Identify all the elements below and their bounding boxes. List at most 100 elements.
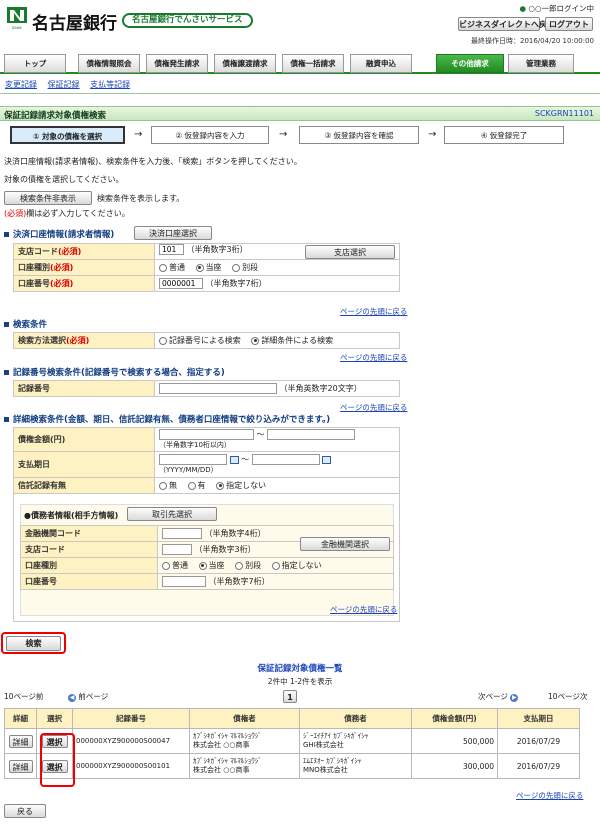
col-record-number: 記録番号 xyxy=(72,708,190,729)
branch-code-input[interactable] xyxy=(159,244,184,255)
debtor-account-number-label: 口座番号 xyxy=(20,573,158,590)
debtor-type-radio-special[interactable] xyxy=(235,561,244,570)
instruction-1: 決済口座情報(請求者情報)、検索条件を入力後、「検索」ボタンを押してください。 xyxy=(4,157,302,166)
debtor-account-type-label: 口座種別 xyxy=(20,557,158,574)
subnav-guarantee-record[interactable]: 保証記録 xyxy=(48,80,80,89)
table-row: 詳細 選択 000000XYZ900000S00101 ｶﾌﾞｼｷｶﾞｲｼｬ ﾏ… xyxy=(4,753,580,779)
debtor-account-number-input[interactable] xyxy=(162,576,206,587)
tab-claim-issue[interactable]: 債権発生請求 xyxy=(146,54,208,73)
subnav-change-record[interactable]: 変更記録 xyxy=(5,80,37,89)
subnav-payment-record[interactable]: 支払等記録 xyxy=(90,80,130,89)
calendar-icon[interactable] xyxy=(229,455,239,464)
results-title: 保証記録対象債権一覧 xyxy=(257,664,343,674)
page-top-link-2[interactable]: ページの先頭に戻る xyxy=(340,352,407,363)
detail-search-table: 債権金額(円) ～ （半角数字10桁以内） 支払期日 ～ （YYYY/MM/DD… xyxy=(13,427,400,494)
select-account-button[interactable]: 決済口座選択 xyxy=(134,226,212,240)
due-date-from-input[interactable] xyxy=(159,454,227,465)
bank-select-button[interactable]: 金融機関選択 xyxy=(300,537,390,551)
account-type-cell: 普通 当座 別段 xyxy=(154,259,400,276)
due-date-to-input[interactable] xyxy=(251,454,320,465)
account-type-radio-current[interactable] xyxy=(195,263,204,272)
search-method-radio-detail[interactable] xyxy=(251,336,260,345)
record-number-input[interactable] xyxy=(159,383,277,394)
search-button[interactable]: 検索 xyxy=(6,636,61,651)
bank-code-input[interactable] xyxy=(162,528,202,539)
trust-radio-none[interactable] xyxy=(159,481,167,490)
logout-button[interactable]: ログアウト xyxy=(545,17,593,31)
toggle-search-conditions-button[interactable]: 検索条件非表示 xyxy=(4,191,92,205)
branch-select-button[interactable]: 支店選択 xyxy=(305,245,395,259)
account-section-title: 決済口座情報(請求者情報) xyxy=(4,228,114,240)
debtor-type-radio-ordinary[interactable] xyxy=(162,561,170,570)
account-number-label: 口座番号(必須) xyxy=(13,275,155,292)
branch-code-cell: （半角数字3桁） 支店選択 xyxy=(154,243,400,260)
col-amount: 債権金額(円) xyxy=(411,708,498,729)
amount-from-input[interactable] xyxy=(159,429,254,440)
account-type-radio-ordinary[interactable] xyxy=(159,263,167,272)
partner-select-button[interactable]: 取引先選択 xyxy=(127,507,217,521)
tab-claim-batch[interactable]: 債権一括請求 xyxy=(282,54,344,73)
bank-code-hint: （半角数字4桁） xyxy=(204,529,266,538)
amount-to-input[interactable] xyxy=(267,429,356,440)
back-to-business-direct-button[interactable]: ビジネスダイレクトへ戻る xyxy=(458,17,555,31)
account-table: 支店コード(必須) （半角数字3桁） 支店選択 口座種別(必須) 普通 当座 別… xyxy=(13,243,400,292)
search-cond-table: 検索方法選択(必須) 記録番号による検索 詳細条件による検索 xyxy=(13,332,400,349)
required-note: (必須)欄は必ず入力してください。 xyxy=(4,208,130,219)
creditor-value: ｶﾌﾞｼｷｶﾞｲｼｬ ﾏﾙﾏﾙｼｮｳｼﾞ 株式会社 ○○商事 xyxy=(189,753,300,779)
page-top-link-3[interactable]: ページの先頭に戻る xyxy=(340,402,407,413)
tab-other-requests[interactable]: その他請求 xyxy=(436,54,504,73)
debtor-branch-code-input[interactable] xyxy=(162,544,192,555)
toggle-note: 検索条件を表示します。 xyxy=(97,194,185,203)
record-search-label: 記録番号検索条件(記録番号で検索する場合、指定する) xyxy=(13,368,225,378)
due-date-cell: ～ （YYYY/MM/DD） xyxy=(154,451,400,478)
account-number-cell: （半角数字7桁） xyxy=(154,275,400,292)
step-4: ④ 仮登録完了 xyxy=(444,126,564,144)
account-number-hint: （半角数字7桁） xyxy=(205,279,267,288)
select-buttons-highlight xyxy=(40,733,75,787)
detail-button[interactable]: 詳細 xyxy=(8,759,33,773)
page-number-1[interactable]: 1 xyxy=(283,690,297,703)
tab-claim-inquiry[interactable]: 債権情報照会 xyxy=(78,54,140,73)
search-cond-label: 検索条件 xyxy=(13,320,48,330)
tab-claim-transfer[interactable]: 債権譲渡請求 xyxy=(214,54,276,73)
search-method-cell: 記録番号による検索 詳細条件による検索 xyxy=(154,332,400,349)
bank-code-label: 金融機関コード xyxy=(20,525,158,542)
section-square-icon xyxy=(4,322,9,327)
back-button[interactable]: 戻る xyxy=(4,804,46,818)
user-login-text: ○○一郎ログイン中 xyxy=(528,4,594,13)
tab-financing[interactable]: 融資申込 xyxy=(350,54,412,73)
account-number-input[interactable] xyxy=(159,278,203,289)
branch-code-hint: （半角数字3桁） xyxy=(186,245,248,254)
detail-button[interactable]: 詳細 xyxy=(8,734,33,748)
branch-code-label: 支店コード(必須) xyxy=(13,243,155,260)
next-arrow-icon: ▶ xyxy=(510,694,519,702)
next-page[interactable]: 次ページ ▶ xyxy=(478,691,519,702)
svg-text:BANK: BANK xyxy=(12,26,22,30)
prev-page[interactable]: ◀ 前ページ xyxy=(68,691,108,702)
results-table: 詳細 選択 記録番号 債権者 債務者 債権金額(円) 支払期日 詳細 選択 00… xyxy=(4,708,580,779)
page-top-link-4[interactable]: ページの先頭に戻る xyxy=(330,604,397,615)
trust-radio-unspecified[interactable] xyxy=(216,481,225,490)
debtor-branch-code-hint: （半角数字3桁） xyxy=(194,545,256,554)
debtor-branch-code-label: 支店コード xyxy=(20,541,158,558)
section-square-icon xyxy=(4,232,9,237)
amount-cell: ～ （半角数字10桁以内） xyxy=(154,427,400,452)
page-top-link-5[interactable]: ページの先頭に戻る xyxy=(516,790,583,801)
debtor-table: 金融機関コード （半角数字4桁） 支店コード （半角数字3桁） 口座種別 普通 … xyxy=(20,525,394,590)
tab-top[interactable]: トップ xyxy=(4,54,66,73)
debtor-type-radio-current[interactable] xyxy=(198,561,207,570)
prev-10-pages: 10ページ前 xyxy=(4,692,44,701)
account-type-radio-special[interactable] xyxy=(232,263,241,272)
next-10-pages: 10ページ次 xyxy=(548,692,588,701)
trust-radio-yes[interactable] xyxy=(187,481,196,490)
record-number-value: 000000XYZ900000S00101 xyxy=(72,753,190,779)
col-select: 選択 xyxy=(36,708,73,729)
page-top-link-1[interactable]: ページの先頭に戻る xyxy=(340,306,407,317)
prev-arrow-icon: ◀ xyxy=(68,694,76,702)
amount-value: 300,000 xyxy=(411,753,498,779)
debtor-type-radio-unspecified[interactable] xyxy=(271,561,280,570)
search-method-radio-record[interactable] xyxy=(159,336,167,345)
calendar-icon[interactable] xyxy=(322,455,332,464)
tab-management[interactable]: 管理業務 xyxy=(508,54,574,73)
step-arrow-2: → xyxy=(279,129,288,140)
